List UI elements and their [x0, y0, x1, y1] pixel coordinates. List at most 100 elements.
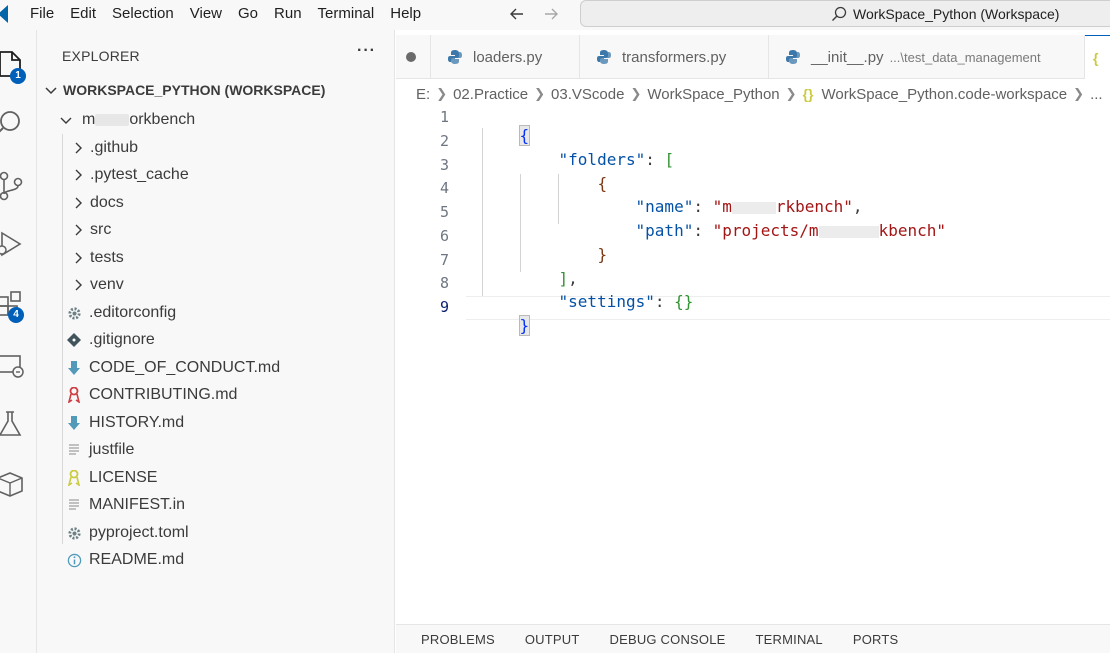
remote-explorer-icon[interactable] [0, 350, 26, 382]
back-arrow-icon[interactable] [505, 2, 529, 26]
tree-file-editorconfig[interactable]: .editorconfig [66, 300, 176, 326]
code-token: kbench" [878, 221, 946, 240]
code-token: "projects/m [712, 221, 819, 240]
ribbon-icon [66, 387, 82, 403]
package-box-icon[interactable] [0, 468, 26, 500]
tree-folder-src[interactable]: src [70, 217, 111, 243]
source-control-icon[interactable] [0, 170, 26, 202]
chevron-right-icon [70, 141, 86, 155]
menu-help[interactable]: Help [382, 1, 429, 27]
title-bar: File Edit Selection View Go Run Terminal… [0, 0, 1110, 30]
tree-file-manifest[interactable]: MANIFEST.in [66, 492, 185, 518]
tree-file-license[interactable]: LICENSE [66, 465, 157, 491]
line-number: 6 [439, 227, 449, 245]
tab-label: __init__.py [811, 48, 884, 66]
sidebar-title: EXPLORER [62, 48, 140, 64]
tree-item-label: venv [90, 276, 124, 293]
text-file-icon [66, 497, 82, 513]
code-token: : [654, 292, 675, 311]
breadcrumb-more[interactable]: ... [1090, 86, 1103, 103]
code-editor[interactable]: 1 2 3 4 5 6 7 8 9 { "folders": [ { "name… [396, 104, 1110, 624]
tree-file-gitignore[interactable]: .gitignore [66, 327, 155, 353]
code-token: {} [674, 292, 694, 311]
tree-file-history[interactable]: HISTORY.md [66, 410, 184, 436]
tab-init[interactable]: __init__.py ...\test_data_management [769, 35, 1085, 79]
tree-folder-venv[interactable]: venv [70, 272, 124, 298]
search-icon[interactable] [0, 108, 26, 140]
tab-unsaved[interactable] [396, 35, 431, 79]
tree-item-label: .pytest_cache [90, 166, 189, 183]
tab-detail: ...\test_data_management [889, 49, 1041, 65]
project-name-start: m [82, 111, 96, 128]
workspace-section-header[interactable]: WORKSPACE_PYTHON (WORKSPACE) [43, 82, 325, 98]
panel-tab-bar: PROBLEMS OUTPUT DEBUG CONSOLE TERMINAL P… [396, 624, 1110, 653]
menu-edit[interactable]: Edit [62, 1, 104, 27]
tree-file-justfile[interactable]: justfile [66, 437, 134, 463]
tab-transformers[interactable]: transformers.py [580, 35, 769, 79]
tree-folder-pytest-cache[interactable]: .pytest_cache [70, 162, 189, 188]
breadcrumb-workspace-folder[interactable]: WorkSpace_Python [647, 86, 779, 103]
breadcrumb-drive[interactable]: E: [416, 86, 430, 103]
menu-file[interactable]: File [22, 1, 62, 27]
tab-problems[interactable]: PROBLEMS [421, 632, 495, 647]
tree-item-label: .editorconfig [89, 304, 177, 321]
menu-terminal[interactable]: Terminal [310, 1, 383, 27]
tree-folder-github[interactable]: .github [70, 135, 138, 161]
tab-debug-console[interactable]: DEBUG CONSOLE [610, 632, 726, 647]
line-number: 1 [439, 108, 449, 126]
chevron-down-icon [58, 113, 74, 127]
breadcrumb-workspace-file[interactable]: WorkSpace_Python.code-workspace [821, 86, 1067, 103]
testing-flask-icon[interactable] [0, 408, 26, 440]
tree-file-code-of-conduct[interactable]: CODE_OF_CONDUCT.md [66, 355, 280, 381]
workspace-title: WORKSPACE_PYTHON (WORKSPACE) [63, 82, 326, 98]
tree-folder-tests[interactable]: tests [70, 245, 124, 271]
chevron-right-icon [70, 251, 86, 265]
tree-file-pyproject[interactable]: pyproject.toml [66, 520, 189, 546]
python-icon [597, 50, 611, 64]
python-icon [786, 50, 800, 64]
chevron-right-icon [70, 223, 86, 237]
tab-terminal[interactable]: TERMINAL [756, 632, 823, 647]
command-center[interactable]: WorkSpace_Python (Workspace) [580, 0, 1110, 27]
menu-run[interactable]: Run [266, 1, 310, 27]
unsaved-dot-icon [406, 52, 416, 62]
tree-file-contributing[interactable]: CONTRIBUTING.md [66, 382, 237, 408]
code-token: : [645, 150, 665, 169]
tree-folder-project[interactable]: m orkbench [58, 107, 195, 133]
more-actions-button[interactable]: ··· [357, 42, 376, 60]
info-icon [66, 552, 82, 568]
tree-item-label: docs [90, 194, 124, 211]
tab-loaders[interactable]: loaders.py [431, 35, 580, 79]
markdown-icon [66, 415, 82, 431]
tree-item-label: LICENSE [89, 469, 158, 486]
line-number: 7 [439, 251, 449, 269]
forward-arrow-icon[interactable] [539, 2, 563, 26]
tree-item-label: src [90, 221, 112, 238]
chevron-right-icon: ❯ [436, 86, 448, 101]
tree-item-label: MANIFEST.in [89, 496, 186, 513]
tree-item-label: .github [90, 139, 139, 156]
tab-label: loaders.py [473, 48, 543, 66]
menu-go[interactable]: Go [230, 1, 266, 27]
menu-view[interactable]: View [182, 1, 230, 27]
menu-selection[interactable]: Selection [104, 1, 182, 27]
markdown-icon [66, 360, 82, 376]
tree-item-label: pyproject.toml [89, 524, 189, 541]
tab-label: transformers.py [622, 48, 727, 66]
tab-output[interactable]: OUTPUT [525, 632, 580, 647]
code-token: : [693, 221, 713, 240]
tree-indent-guide [62, 134, 63, 544]
tree-item-label: CODE_OF_CONDUCT.md [89, 359, 281, 376]
code-line-8: "settings": {} [520, 273, 694, 330]
tree-folder-docs[interactable]: docs [70, 190, 124, 216]
code-token: } [518, 315, 531, 336]
tab-workspace-file-active[interactable]: { [1085, 35, 1110, 79]
tree-item-label: CONTRIBUTING.md [89, 386, 238, 403]
breadcrumb-vscode[interactable]: 03.VScode [551, 86, 624, 103]
breadcrumb-practice[interactable]: 02.Practice [453, 86, 528, 103]
activity-bar: 1 4 [0, 30, 37, 653]
tab-ports[interactable]: PORTS [853, 632, 899, 647]
tree-file-readme[interactable]: README.md [66, 547, 184, 573]
code-token: "path" [635, 221, 694, 240]
run-debug-icon[interactable] [0, 228, 26, 260]
